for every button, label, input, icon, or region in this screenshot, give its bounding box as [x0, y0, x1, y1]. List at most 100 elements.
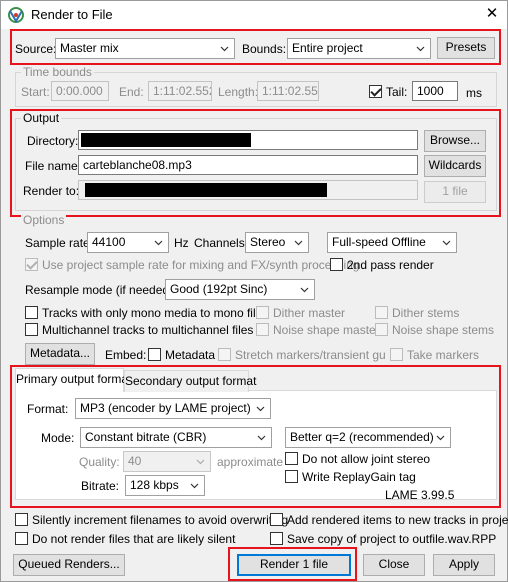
presets-button[interactable]: Presets — [437, 37, 495, 59]
resample-select[interactable]: Good (192pt Sinc) — [165, 279, 315, 300]
add-rendered-checkbox[interactable] — [270, 513, 283, 526]
tail-field[interactable]: 1000 — [412, 81, 458, 101]
close-button[interactable]: Close — [363, 554, 425, 576]
render-speed-select[interactable]: Full-speed Offline — [327, 232, 457, 253]
chevron-down-icon — [190, 483, 199, 489]
render-to-field — [78, 180, 418, 200]
length-field[interactable]: 1:11:02.552 — [257, 81, 319, 101]
options-title: Options — [21, 213, 67, 227]
chevron-down-icon — [196, 459, 205, 465]
tab-primary-output[interactable]: Primary output format — [15, 368, 131, 392]
chevron-down-icon — [256, 406, 265, 412]
silent-increment-label: Silently increment filenames to avoid ov… — [32, 513, 289, 527]
tab-secondary-output[interactable]: Secondary output format — [124, 370, 256, 392]
take-markers-checkbox[interactable] — [390, 348, 403, 361]
embed-metadata-checkbox[interactable] — [148, 348, 161, 361]
sample-rate-value: 44100 — [92, 235, 126, 249]
chevron-down-icon — [154, 240, 163, 246]
channels-select[interactable]: Stereo — [245, 232, 309, 253]
dither-stems-checkbox[interactable] — [375, 306, 388, 319]
add-rendered-label: Add rendered items to new tracks in proj… — [287, 513, 508, 527]
chevron-down-icon — [300, 287, 309, 293]
stretch-markers-checkbox[interactable] — [218, 348, 231, 361]
take-markers-label: Take markers — [407, 348, 480, 362]
use-project-rate-label: Use project sample rate for mixing and F… — [42, 258, 360, 272]
silent-increment-checkbox[interactable] — [15, 513, 28, 526]
queued-renders-button[interactable]: Queued Renders... — [13, 554, 125, 576]
mode-value: Constant bitrate (CBR) — [85, 430, 207, 444]
bitrate-select[interactable]: 128 kbps — [125, 475, 205, 496]
source-label: Source: — [15, 42, 57, 56]
title-bar: Render to File ✕ — [1, 1, 507, 29]
filename-field[interactable]: carteblanche08.mp3 — [78, 155, 418, 175]
source-select[interactable]: Master mix — [55, 38, 235, 59]
reaper-app-icon — [8, 7, 24, 23]
embed-metadata-label: Metadata — [165, 348, 216, 362]
quality-select[interactable]: 40 — [123, 451, 211, 472]
noise-master-label: Noise shape master — [273, 323, 380, 337]
render-to-label: Render to: — [23, 184, 80, 198]
noise-stems-checkbox[interactable] — [375, 323, 388, 336]
save-copy-checkbox[interactable] — [270, 532, 283, 545]
files-count-button[interactable]: 1 file — [424, 181, 486, 203]
replaygain-label: Write ReplayGain tag — [302, 470, 416, 484]
dither-master-checkbox[interactable] — [256, 306, 269, 319]
render-to-file-dialog: Render to File ✕ Source: Master mix Boun… — [0, 0, 508, 582]
sample-rate-select[interactable]: 44100 — [87, 232, 169, 253]
apply-button[interactable]: Apply — [433, 554, 495, 576]
bounds-select[interactable]: Entire project — [287, 38, 431, 59]
replaygain-checkbox[interactable] — [285, 470, 298, 483]
chevron-down-icon — [257, 435, 266, 441]
dither-master-label: Dither master — [273, 306, 346, 320]
time-bounds-title: Time bounds — [21, 65, 94, 79]
use-project-rate-checkbox[interactable] — [25, 258, 38, 271]
mode-select[interactable]: Constant bitrate (CBR) — [80, 427, 272, 448]
bitrate-label: Bitrate: — [81, 479, 120, 493]
render-button[interactable]: Render 1 file — [237, 554, 351, 576]
save-copy-label: Save copy of project to outfile.wav.RPP — [287, 532, 497, 546]
hz-label: Hz — [174, 236, 189, 250]
mono-tracks-label: Tracks with only mono media to mono file — [42, 306, 263, 320]
close-icon[interactable]: ✕ — [477, 1, 507, 29]
filename-label: File name: — [25, 159, 82, 173]
mode-label: Mode: — [41, 431, 75, 445]
tail-label: Tail: — [386, 85, 408, 99]
mono-tracks-checkbox[interactable] — [25, 306, 38, 319]
no-render-silent-label: Do not render files that are likely sile… — [32, 532, 236, 546]
redacted-directory — [81, 133, 251, 147]
format-value: MP3 (encoder by LAME project) — [80, 401, 251, 415]
no-render-silent-checkbox[interactable] — [15, 532, 28, 545]
quality-preset-select[interactable]: Better q=2 (recommended) — [285, 427, 451, 448]
source-value: Master mix — [60, 41, 119, 55]
tail-checkbox[interactable] — [369, 85, 382, 98]
second-pass-checkbox[interactable] — [330, 258, 343, 271]
directory-field[interactable] — [78, 130, 418, 150]
window-title: Render to File — [31, 7, 113, 22]
second-pass-label: 2nd pass render — [347, 258, 434, 272]
bounds-label: Bounds: — [242, 42, 287, 56]
chevron-down-icon — [416, 46, 425, 52]
wildcards-button[interactable]: Wildcards — [424, 155, 486, 177]
noise-stems-label: Noise shape stems — [392, 323, 495, 337]
channels-label: Channels: — [194, 236, 249, 250]
embed-label: Embed: — [105, 348, 147, 362]
length-label: Length: — [218, 85, 259, 99]
format-select[interactable]: MP3 (encoder by LAME project) — [75, 398, 271, 419]
no-joint-stereo-label: Do not allow joint stereo — [302, 452, 431, 466]
end-field[interactable]: 1:11:02.552 — [148, 81, 212, 101]
noise-master-checkbox[interactable] — [256, 323, 269, 336]
bounds-value: Entire project — [292, 41, 363, 55]
redacted-render-path — [85, 183, 327, 197]
start-field[interactable]: 0:00.000 — [51, 81, 109, 101]
multichannel-checkbox[interactable] — [25, 323, 38, 336]
quality-label: Quality: — [79, 455, 120, 469]
format-label: Format: — [27, 402, 69, 416]
metadata-button[interactable]: Metadata... — [25, 343, 95, 365]
sample-rate-label: Sample rate: — [25, 236, 94, 250]
render-speed-value: Full-speed Offline — [332, 235, 426, 249]
chevron-down-icon — [442, 240, 451, 246]
bitrate-value: 128 kbps — [130, 478, 179, 492]
no-joint-stereo-checkbox[interactable] — [285, 452, 298, 465]
chevron-down-icon — [220, 46, 229, 52]
browse-button[interactable]: Browse... — [424, 130, 486, 152]
